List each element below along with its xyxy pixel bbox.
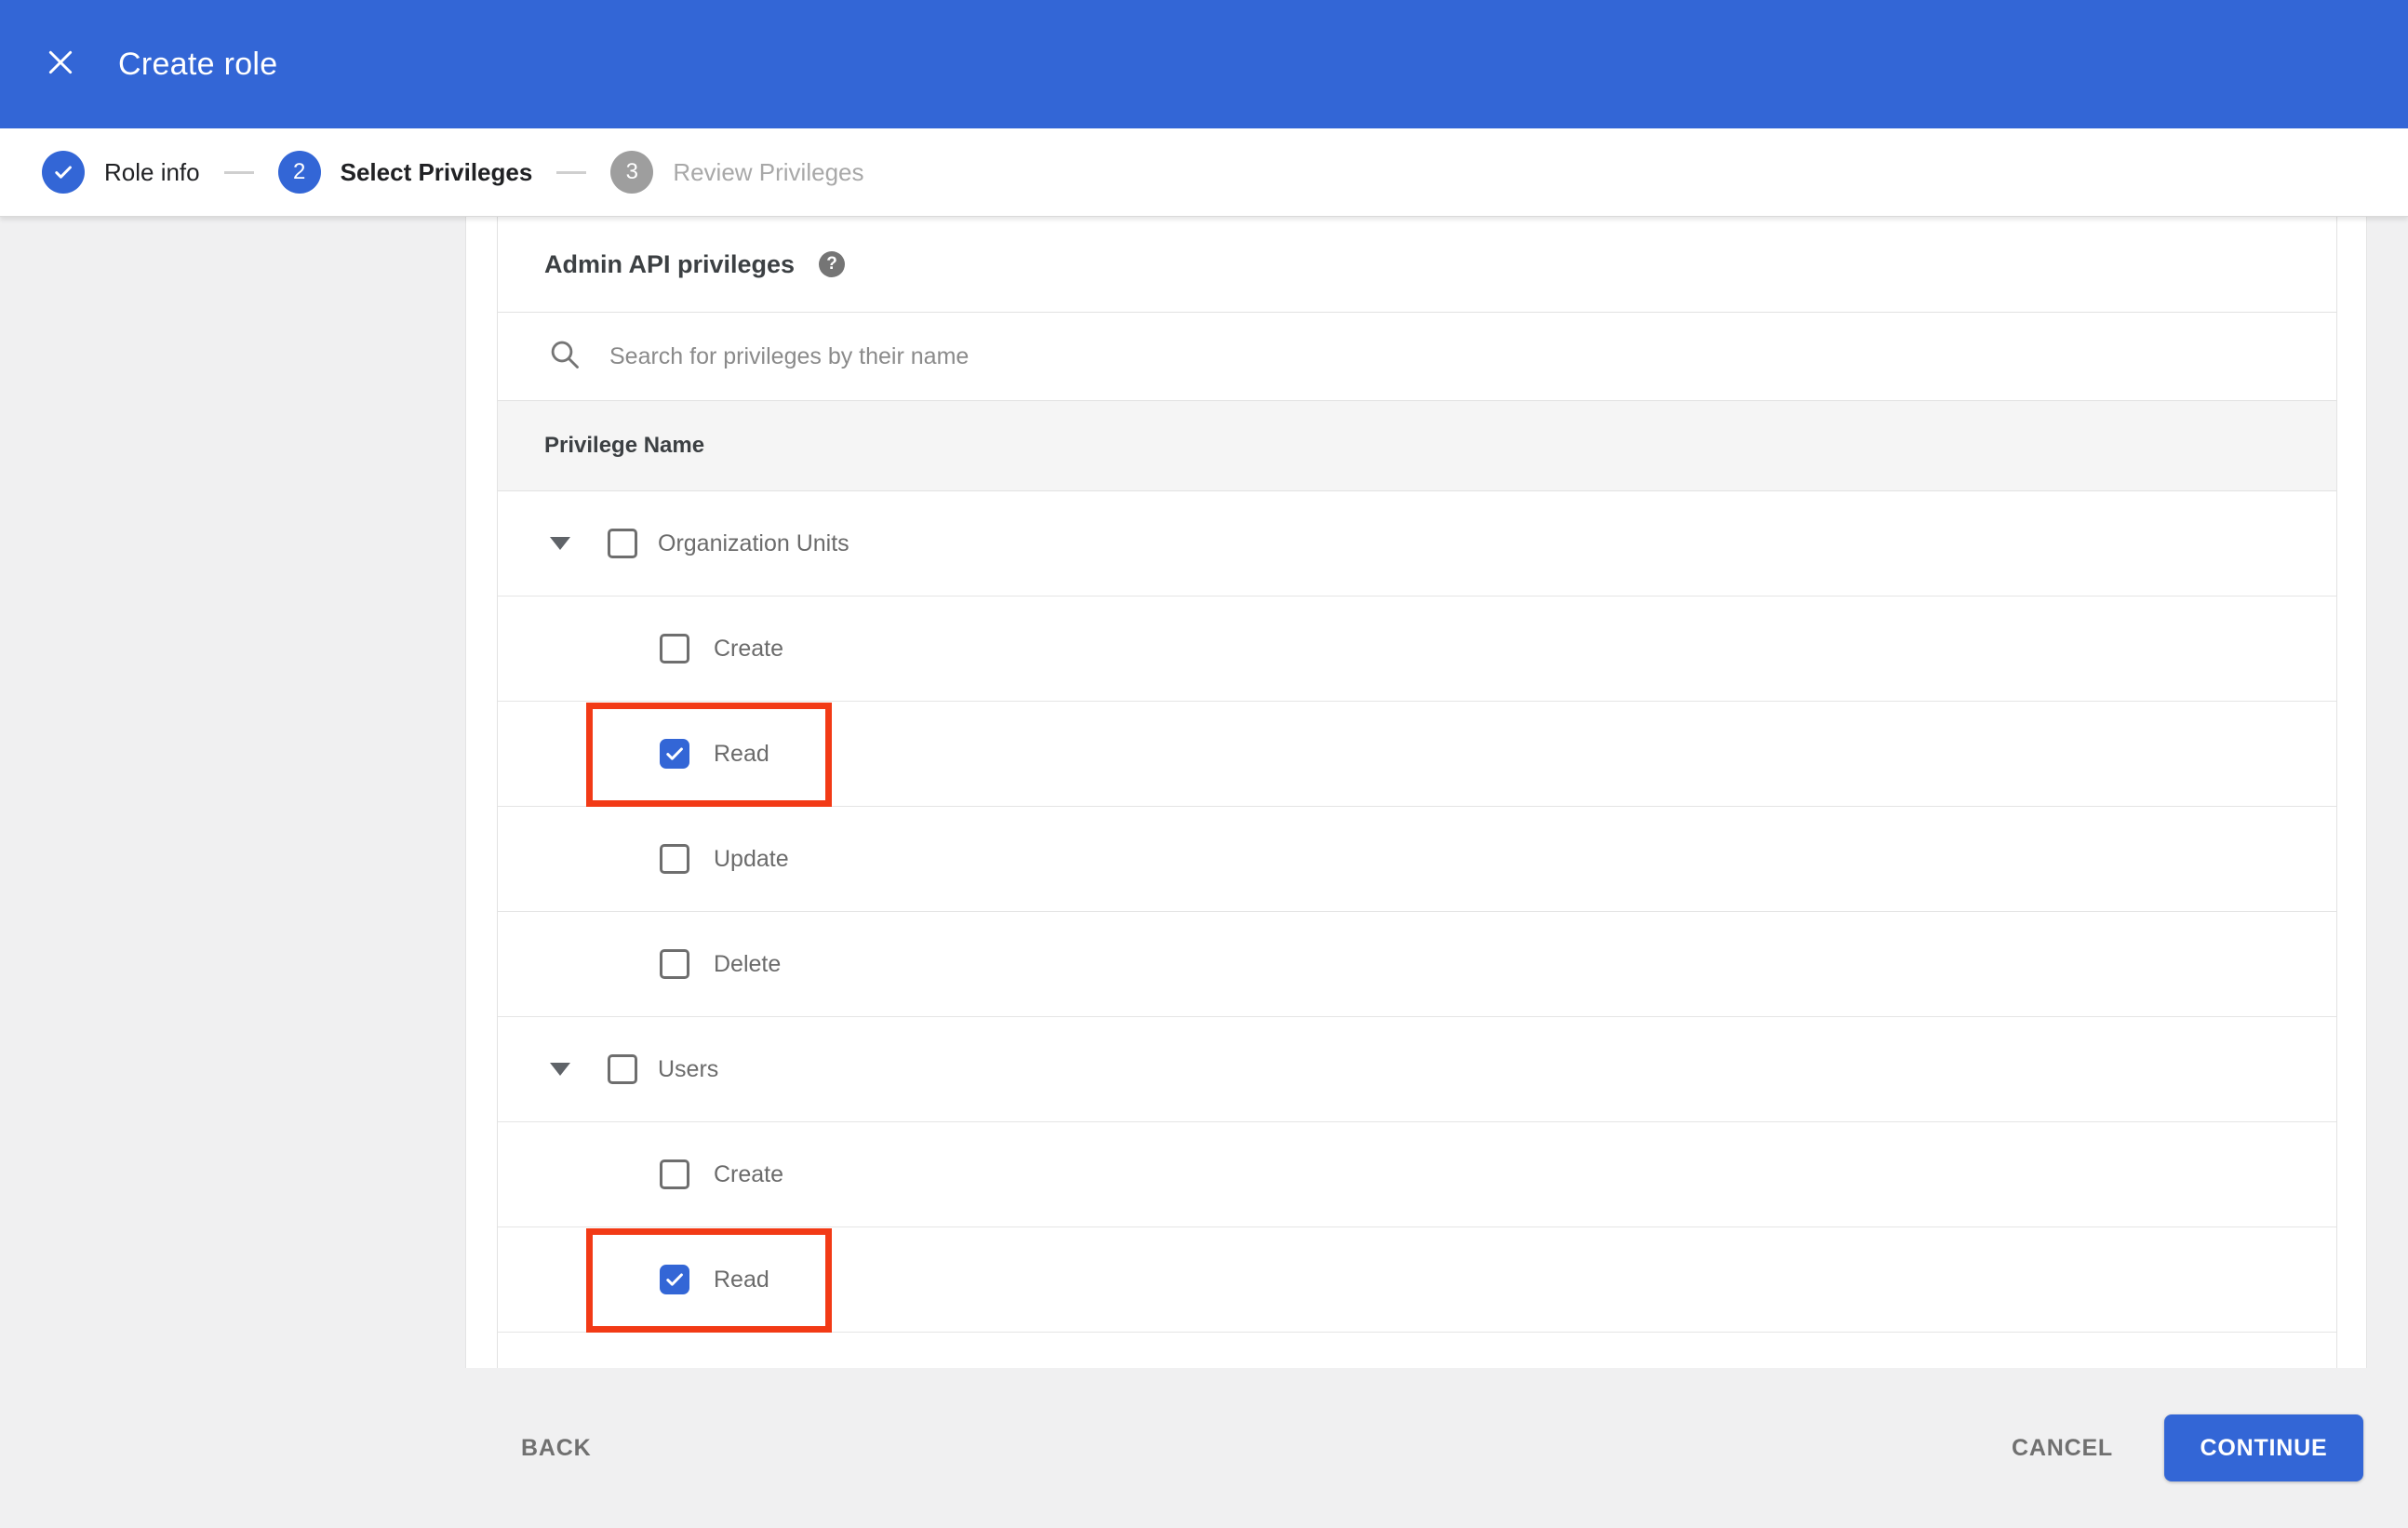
footer-bar: BACK CANCEL CONTINUE	[0, 1368, 2408, 1528]
privilege-label: Create	[714, 635, 784, 662]
close-icon	[45, 47, 76, 83]
content-panel: Admin API privileges Search for privileg…	[465, 217, 2367, 1368]
column-header-privilege-name: Privilege Name	[544, 433, 705, 458]
collapse-arrow-icon[interactable]	[550, 1063, 570, 1076]
create-role-dialog: Create role Role info 2 Select Privileges 3…	[0, 0, 2408, 1528]
footer-actions: CANCEL CONTINUE	[2012, 1414, 2363, 1481]
privilege-checkbox[interactable]	[660, 739, 689, 769]
privilege-row: Read	[498, 702, 2336, 807]
privilege-label: Read	[714, 740, 769, 767]
step-review-privileges[interactable]: 3 Review Privileges	[610, 151, 864, 194]
privilege-row: Create	[498, 596, 2336, 702]
privileges-table: Admin API privileges Search for privileg…	[497, 217, 2337, 1368]
privilege-checkbox[interactable]	[660, 634, 689, 663]
step-check-icon	[42, 151, 85, 194]
search-placeholder: Search for privileges by their name	[609, 342, 970, 369]
section-heading: Admin API privileges	[544, 249, 796, 278]
back-button[interactable]: BACK	[521, 1435, 591, 1462]
privilege-group-row: Organization Units	[498, 491, 2336, 596]
privilege-label: Update	[714, 845, 789, 872]
privilege-rows: Organization Units Create Read Update Delete…	[498, 491, 2336, 1333]
search-icon	[548, 338, 582, 376]
stepper: Role info 2 Select Privileges 3 Review Privi…	[0, 128, 2408, 217]
cancel-button[interactable]: CANCEL	[2012, 1435, 2113, 1462]
privilege-row: Create	[498, 1122, 2336, 1227]
step-number-badge: 2	[277, 151, 321, 194]
privilege-checkbox[interactable]	[660, 844, 689, 874]
collapse-arrow-icon[interactable]	[550, 537, 570, 550]
section-heading-row: Admin API privileges	[498, 217, 2336, 312]
highlight-box	[586, 703, 832, 807]
continue-button[interactable]: CONTINUE	[2164, 1414, 2363, 1481]
privilege-row: Delete	[498, 912, 2336, 1017]
privilege-row: Update	[498, 807, 2336, 912]
privilege-label: Delete	[714, 950, 782, 977]
step-label: Role info	[104, 157, 200, 186]
privilege-label: Users	[658, 1055, 719, 1082]
privilege-row: Read	[498, 1227, 2336, 1333]
privilege-label: Read	[714, 1266, 769, 1293]
step-label: Select Privileges	[340, 157, 533, 186]
table-header-row: Privilege Name	[498, 401, 2336, 491]
privilege-checkbox[interactable]	[660, 1159, 689, 1189]
close-button[interactable]	[44, 47, 77, 81]
step-number-badge: 3	[610, 151, 654, 194]
privilege-checkbox[interactable]	[660, 1265, 689, 1294]
title-bar: Create role	[0, 0, 2408, 128]
step-separator	[223, 170, 254, 174]
page-title: Create role	[118, 46, 278, 82]
step-label: Review Privileges	[673, 157, 864, 186]
search-input[interactable]: Search for privileges by their name	[498, 312, 2336, 401]
privilege-checkbox[interactable]	[608, 1054, 637, 1084]
privilege-checkbox[interactable]	[608, 529, 637, 558]
privilege-label: Create	[714, 1160, 784, 1187]
step-separator	[556, 170, 587, 174]
privilege-checkbox[interactable]	[660, 949, 689, 979]
privilege-group-row: Users	[498, 1017, 2336, 1122]
step-select-privileges[interactable]: 2 Select Privileges	[277, 151, 533, 194]
help-icon[interactable]	[819, 251, 846, 277]
step-role-info[interactable]: Role info	[42, 151, 200, 194]
privilege-label: Organization Units	[658, 529, 849, 556]
highlight-box	[586, 1228, 832, 1333]
